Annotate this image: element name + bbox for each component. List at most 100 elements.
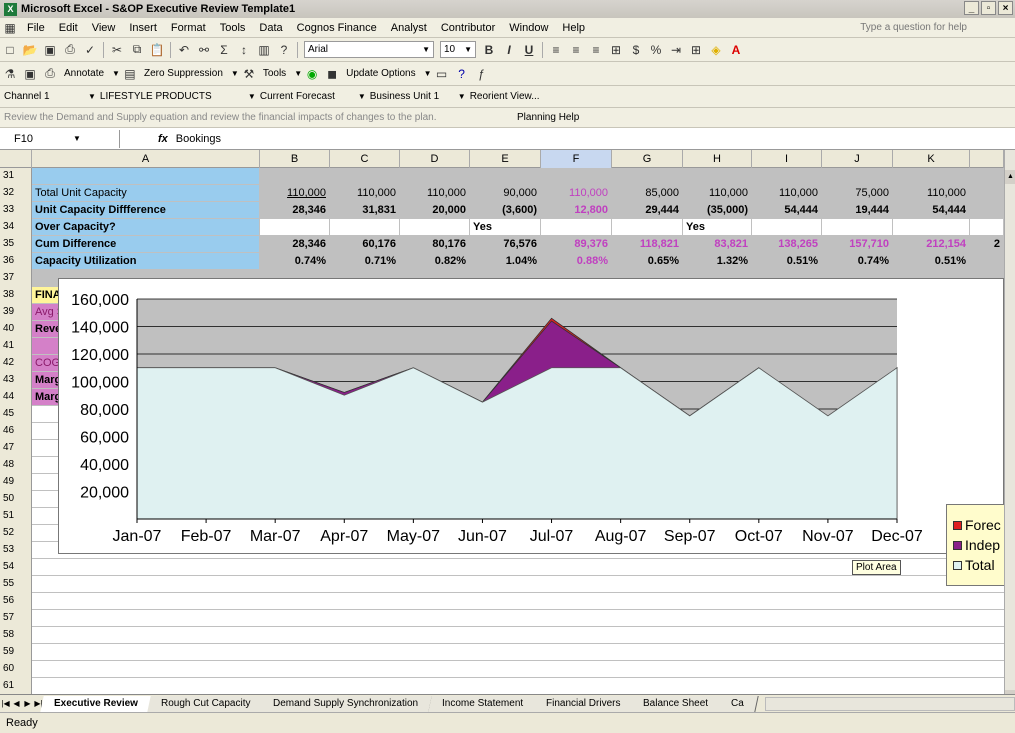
row-number[interactable]: 34	[0, 219, 32, 236]
row-label[interactable]: Over Capacity?	[32, 219, 260, 235]
font-combo[interactable]: Arial ▼	[304, 41, 434, 58]
area-chart[interactable]: 160,000 140,000 120,000 100,000 80,000 60,000…	[58, 278, 1004, 554]
indent-icon[interactable]: ⇥	[667, 41, 685, 59]
row-number[interactable]: 31	[0, 168, 32, 185]
row-number[interactable]: 48	[0, 457, 32, 474]
row-number[interactable]: 55	[0, 576, 32, 593]
sheet-tab[interactable]: Executive Review	[40, 695, 153, 712]
formula-icon[interactable]: ƒ	[473, 65, 491, 83]
table-cell[interactable]	[330, 168, 400, 184]
table-cell[interactable]: 110,000	[752, 185, 822, 201]
tools-icon[interactable]: ⚒	[240, 65, 258, 83]
sheet-tab[interactable]: Balance Sheet	[629, 695, 723, 712]
print-icon[interactable]: ⎙	[41, 65, 59, 83]
row-number[interactable]: 59	[0, 644, 32, 661]
doc-icon[interactable]: ▭	[433, 65, 451, 83]
zero-suppression-button[interactable]: Zero Suppression	[144, 68, 223, 79]
chart-legend[interactable]: Forec Indep Total	[946, 504, 1006, 586]
product-selector[interactable]: LIFESTYLE PRODUCTS	[100, 91, 240, 102]
font-color-icon[interactable]: A	[727, 41, 745, 59]
table-cell[interactable]: Yes	[683, 219, 752, 235]
table-cell[interactable]	[970, 253, 1004, 269]
table-cell[interactable]	[330, 219, 400, 235]
row-label[interactable]: Unit Capacity Diffference	[32, 202, 260, 218]
table-cell[interactable]	[470, 168, 541, 184]
table-cell[interactable]	[970, 168, 1004, 184]
help-icon[interactable]: ?	[453, 65, 471, 83]
column-header[interactable]	[970, 150, 1004, 168]
table-cell[interactable]	[822, 219, 893, 235]
new-icon[interactable]: □	[1, 41, 19, 59]
table-cell[interactable]: 0.88%	[541, 253, 612, 269]
menu-item-cognos-finance[interactable]: Cognos Finance	[290, 22, 384, 34]
table-cell[interactable]	[752, 219, 822, 235]
legend-entry[interactable]: Forec	[953, 515, 1005, 535]
sheet-tab[interactable]: Demand Supply Synchronization	[259, 695, 434, 712]
table-cell[interactable]	[893, 219, 970, 235]
table-cell[interactable]	[683, 168, 752, 184]
table-cell[interactable]: 0.51%	[893, 253, 970, 269]
planning-help-button[interactable]: Planning Help	[517, 112, 579, 123]
table-cell[interactable]: 54,444	[893, 202, 970, 218]
table-cell[interactable]: 28,346	[260, 236, 330, 252]
tools-button[interactable]: Tools	[263, 68, 286, 79]
stop-icon[interactable]: ◼	[323, 65, 341, 83]
table-cell[interactable]: 110,000	[330, 185, 400, 201]
restore-button[interactable]: ▫	[981, 1, 996, 15]
row-label[interactable]: Total Unit Capacity	[32, 185, 260, 201]
column-header[interactable]: I	[752, 150, 822, 168]
open-icon[interactable]: 📂	[21, 41, 39, 59]
table-cell[interactable]	[970, 219, 1004, 235]
close-button[interactable]: ×	[998, 1, 1013, 15]
channel-selector[interactable]: Channel 1	[4, 91, 80, 102]
row-number[interactable]: 32	[0, 185, 32, 202]
italic-button[interactable]: I	[500, 41, 518, 59]
menu-item-help[interactable]: Help	[555, 22, 592, 34]
forecast-selector[interactable]: Current Forecast	[260, 91, 350, 102]
row-number[interactable]: 45	[0, 406, 32, 423]
align-center-icon[interactable]: ≡	[567, 41, 585, 59]
help-search-input[interactable]: Type a question for help	[860, 22, 967, 33]
legend-entry[interactable]: Indep	[953, 535, 1005, 555]
borders-icon[interactable]: ⊞	[687, 41, 705, 59]
row-number[interactable]: 38	[0, 287, 32, 304]
table-cell[interactable]	[400, 168, 470, 184]
row-number[interactable]: 40	[0, 321, 32, 338]
row-number[interactable]: 56	[0, 593, 32, 610]
table-cell[interactable]: 76,576	[470, 236, 541, 252]
table-cell[interactable]	[970, 185, 1004, 201]
save-icon[interactable]: ▣	[21, 65, 39, 83]
cognos-icon[interactable]: ⚗	[1, 65, 19, 83]
menu-item-format[interactable]: Format	[164, 22, 213, 34]
menu-item-file[interactable]: File	[20, 22, 52, 34]
row-number[interactable]: 47	[0, 440, 32, 457]
row-number[interactable]: 51	[0, 508, 32, 525]
table-cell[interactable]: 0.51%	[752, 253, 822, 269]
chart-wizard-icon[interactable]: ▥	[255, 41, 273, 59]
table-cell[interactable]: 110,000	[400, 185, 470, 201]
align-left-icon[interactable]: ≡	[547, 41, 565, 59]
menu-item-edit[interactable]: Edit	[52, 22, 85, 34]
table-cell[interactable]: 1.04%	[470, 253, 541, 269]
row-number[interactable]: 44	[0, 389, 32, 406]
table-cell[interactable]: 83,821	[683, 236, 752, 252]
table-cell[interactable]: Yes	[470, 219, 541, 235]
column-header[interactable]: D	[400, 150, 470, 168]
business-unit-selector[interactable]: Business Unit 1	[370, 91, 450, 102]
spell-icon[interactable]: ✓	[81, 41, 99, 59]
table-cell[interactable]: 110,000	[893, 185, 970, 201]
sheet-tab[interactable]: Income Statement	[427, 695, 538, 712]
table-cell[interactable]	[260, 219, 330, 235]
sheet-tab[interactable]: Financial Drivers	[531, 695, 635, 712]
paste-icon[interactable]: 📋	[148, 41, 166, 59]
menu-item-analyst[interactable]: Analyst	[384, 22, 434, 34]
underline-button[interactable]: U	[520, 41, 538, 59]
cut-icon[interactable]: ✂	[108, 41, 126, 59]
menu-item-data[interactable]: Data	[252, 22, 289, 34]
table-cell[interactable]	[970, 202, 1004, 218]
undo-icon[interactable]: ↶	[175, 41, 193, 59]
row-label[interactable]	[32, 168, 260, 184]
table-cell[interactable]	[822, 168, 893, 184]
row-label[interactable]: Capacity Utilization	[32, 253, 260, 269]
annotate-button[interactable]: Annotate	[64, 68, 104, 79]
